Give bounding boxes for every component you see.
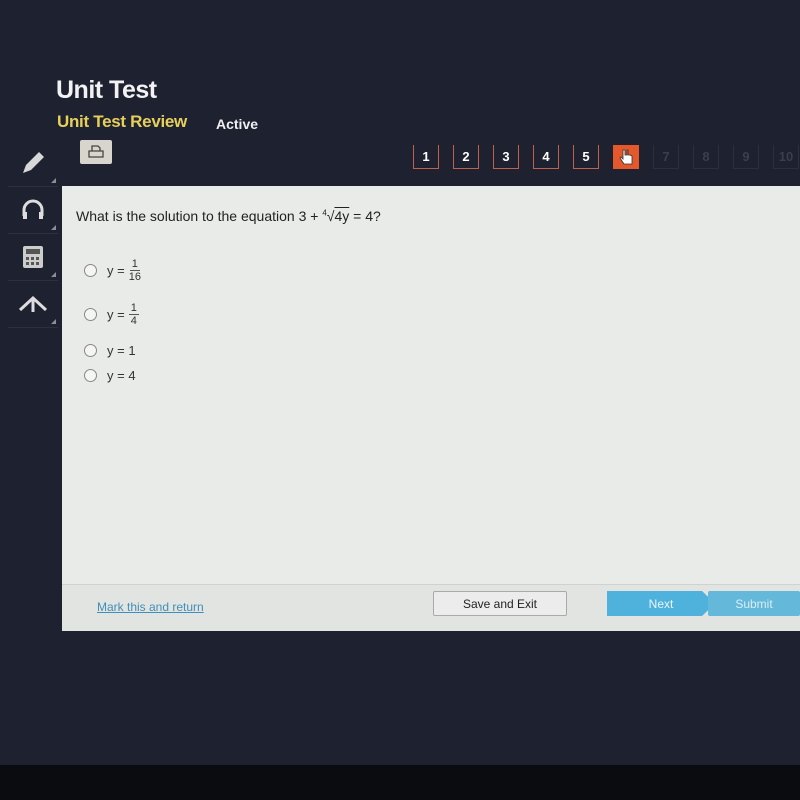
- question-nav-3[interactable]: 3: [493, 145, 519, 169]
- hand-cursor-icon: [619, 149, 633, 165]
- root-index: 4: [322, 208, 327, 218]
- denominator: 4: [130, 315, 137, 327]
- collapse-tool[interactable]: [8, 281, 58, 328]
- footer-bar: Mark this and return Save and Exit Next …: [62, 584, 800, 631]
- option-label: y = 4: [107, 368, 136, 383]
- print-button[interactable]: [80, 140, 112, 164]
- lesson-title: Unit Test Review: [57, 112, 187, 131]
- headphones-icon: [22, 199, 44, 219]
- question-nav-10[interactable]: 10: [773, 145, 799, 169]
- question-panel: What is the solution to the equation 3 +…: [62, 186, 800, 631]
- question-nav-8[interactable]: 8: [693, 145, 719, 169]
- status-badge: Active: [216, 116, 259, 132]
- pencil-tool[interactable]: [8, 140, 58, 187]
- fraction: 14: [128, 302, 139, 327]
- arrow-up-icon: [18, 295, 48, 312]
- radio-button[interactable]: [84, 344, 97, 357]
- question-nav-2[interactable]: 2: [453, 145, 479, 169]
- print-icon: [88, 145, 104, 158]
- tool-sidebar: [8, 140, 58, 328]
- answer-option-2[interactable]: y = 1 4: [84, 302, 139, 327]
- radio-button[interactable]: [84, 369, 97, 382]
- answer-option-3[interactable]: y = 1: [84, 343, 136, 358]
- option-lhs: y =: [107, 263, 125, 278]
- radicand: 4y: [334, 208, 350, 224]
- question-nav-7[interactable]: 7: [653, 145, 679, 169]
- denominator: 16: [128, 271, 141, 283]
- numerator: 1: [129, 258, 140, 271]
- numerator: 1: [128, 302, 139, 315]
- question-navigator: 1 2 3 4 5 7 8 9 10: [413, 145, 799, 169]
- mark-and-return-link[interactable]: Mark this and return: [97, 600, 204, 614]
- question-nav-6-current[interactable]: [613, 145, 639, 169]
- fraction: 1 16: [129, 258, 141, 283]
- answer-option-1[interactable]: y = 1 16: [84, 258, 141, 283]
- calculator-tool[interactable]: [8, 234, 58, 281]
- question-nav-5[interactable]: 5: [573, 145, 599, 169]
- question-text: What is the solution to the equation 3 +…: [76, 208, 381, 224]
- pencil-icon: [23, 152, 44, 173]
- save-and-exit-button[interactable]: Save and Exit: [433, 591, 567, 616]
- option-label: y = 1: [107, 343, 136, 358]
- answer-option-4[interactable]: y = 4: [84, 368, 136, 383]
- next-button[interactable]: Next: [607, 591, 715, 616]
- screen-bezel: [0, 765, 800, 800]
- submit-button[interactable]: Submit: [708, 591, 800, 616]
- page-title: Unit Test: [56, 76, 157, 104]
- question-nav-4[interactable]: 4: [533, 145, 559, 169]
- option-lhs: y =: [107, 307, 125, 322]
- audio-tool[interactable]: [8, 187, 58, 234]
- radio-button[interactable]: [84, 264, 97, 277]
- radio-button[interactable]: [84, 308, 97, 321]
- question-nav-1[interactable]: 1: [413, 145, 439, 169]
- calculator-icon: [23, 246, 43, 268]
- question-suffix: = 4?: [349, 208, 381, 224]
- question-prefix: What is the solution to the equation 3 +: [76, 208, 323, 224]
- question-nav-9[interactable]: 9: [733, 145, 759, 169]
